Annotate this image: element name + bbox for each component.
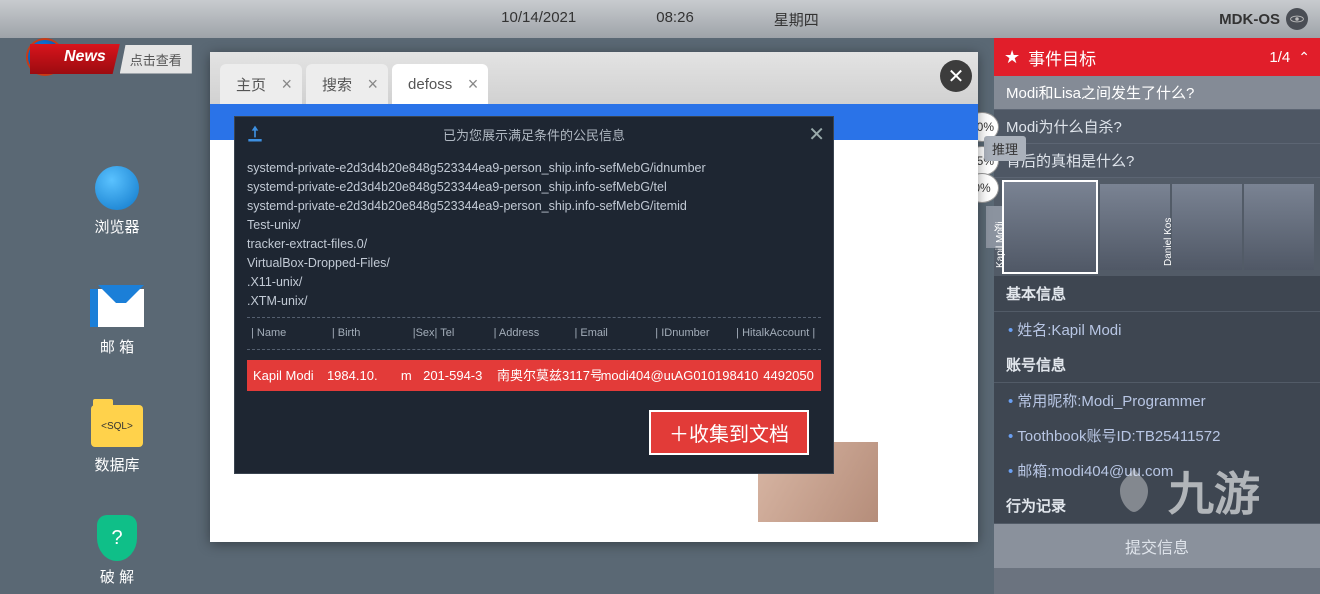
weekday: 星期四	[774, 9, 819, 30]
terminal-body: systemd-private-e2d3d4b20e848g523344ea9-…	[235, 151, 833, 399]
text: Modi为什么自杀?	[1006, 116, 1122, 137]
result-row[interactable]: Kapil Modi1984.10.m201-594-3南奥尔莫兹3117号mo…	[247, 360, 821, 391]
avatar[interactable]	[1100, 184, 1170, 270]
database-icon[interactable]: <SQL> 数据库	[72, 404, 162, 475]
close-icon[interactable]: ✕	[808, 122, 825, 147]
sql-badge: <SQL>	[101, 421, 133, 432]
terminal-title: 已为您展示满足条件的公民信息	[443, 125, 625, 144]
crack-icon[interactable]: ?破 解	[72, 516, 162, 587]
tab-home[interactable]: 主页 ×	[220, 64, 302, 104]
section-header: 行为记录	[994, 488, 1320, 524]
submit-button[interactable]: 提交信息	[994, 524, 1320, 568]
tab-label: defoss	[408, 76, 452, 93]
tab-defoss[interactable]: defoss ×	[392, 64, 488, 104]
label: 破 解	[100, 569, 134, 586]
tabs-bar: 主页 × 搜索 × defoss × ✕	[210, 52, 978, 104]
text: Modi和Lisa之间发生了什么?	[1006, 82, 1194, 103]
objective-item[interactable]: Modi和Lisa之间发生了什么?	[994, 76, 1320, 110]
objective-item[interactable]: 40%Modi为什么自杀?	[994, 110, 1320, 144]
avatar-name: Kapil Modi	[995, 221, 1006, 268]
star-icon: ★	[1004, 47, 1020, 68]
index: 1/4	[1269, 49, 1290, 66]
label: 数据库	[94, 457, 139, 474]
line: Test-unix/	[247, 216, 821, 235]
section-header: 账号信息	[994, 347, 1320, 383]
collect-button[interactable]: ＋收集到文档	[649, 410, 809, 455]
line: systemd-private-e2d3d4b20e848g523344ea9-…	[247, 159, 821, 178]
line: .X11-unix/	[247, 273, 821, 292]
line: tracker-extract-files.0/	[247, 235, 821, 254]
avatar-row: › 0% Kapil Modi Daniel Kos	[994, 178, 1320, 276]
date: 10/14/2021	[501, 9, 576, 30]
close-icon[interactable]: ×	[368, 74, 379, 95]
objective-item[interactable]: 25%背后的真相是什么?	[994, 144, 1320, 178]
app-icon	[245, 124, 265, 144]
line: .XTM-unix/	[247, 292, 821, 311]
info-row: •姓名:Kapil Modi	[994, 312, 1320, 347]
avatar-name: Daniel Kos	[1163, 218, 1174, 266]
mail-icon[interactable]: 邮 箱	[72, 286, 162, 357]
avatar[interactable]: Daniel Kos	[1172, 184, 1242, 270]
section-header: 基本信息	[994, 276, 1320, 312]
terminal-panel: 已为您展示满足条件的公民信息 ✕ systemd-private-e2d3d4b…	[234, 116, 834, 474]
desktop: 浏览器 邮 箱 <SQL> 数据库 ?破 解	[0, 38, 210, 594]
avatar[interactable]: Kapil Modi	[1002, 180, 1098, 274]
line: VirtualBox-Dropped-Files/	[247, 254, 821, 273]
browser-icon[interactable]: 浏览器	[72, 166, 162, 237]
info-section: 基本信息 •姓名:Kapil Modi 账号信息 •常用昵称:Modi_Prog…	[994, 276, 1320, 568]
line: systemd-private-e2d3d4b20e848g523344ea9-…	[247, 178, 821, 197]
reason-button[interactable]: 推理	[984, 136, 1026, 161]
close-icon[interactable]: ×	[468, 74, 479, 95]
tab-label: 主页	[236, 74, 266, 95]
topbar: 10/14/2021 08:26 星期四 MDK-OS	[0, 0, 1320, 38]
avatar[interactable]	[1244, 184, 1314, 270]
side-panel: ★ 事件目标 1/4 ⌃ Modi和Lisa之间发生了什么? 40%Modi为什…	[994, 38, 1320, 594]
info-row: •Toothbook账号ID:TB25411572	[994, 418, 1320, 453]
tab-search[interactable]: 搜索 ×	[306, 64, 388, 104]
line: systemd-private-e2d3d4b20e848g523344ea9-…	[247, 197, 821, 216]
table-headers: | Name| Birth|Sex| Tel| Address| Email| …	[247, 324, 821, 343]
label: 浏览器	[94, 219, 139, 236]
label: 邮 箱	[100, 339, 134, 356]
brand-label: MDK-OS	[1219, 11, 1280, 28]
objectives-header[interactable]: ★ 事件目标 1/4 ⌃	[994, 38, 1320, 76]
time: 08:26	[656, 9, 694, 30]
eye-icon	[1286, 8, 1308, 30]
window-close-button[interactable]: ✕	[940, 60, 972, 92]
info-row: •常用昵称:Modi_Programmer	[994, 383, 1320, 418]
tab-label: 搜索	[322, 74, 352, 95]
title: 事件目标	[1028, 45, 1096, 70]
close-icon[interactable]: ×	[282, 74, 293, 95]
chevron-up-icon[interactable]: ⌃	[1298, 49, 1310, 66]
info-row: •邮箱:modi404@uu.com	[994, 453, 1320, 488]
